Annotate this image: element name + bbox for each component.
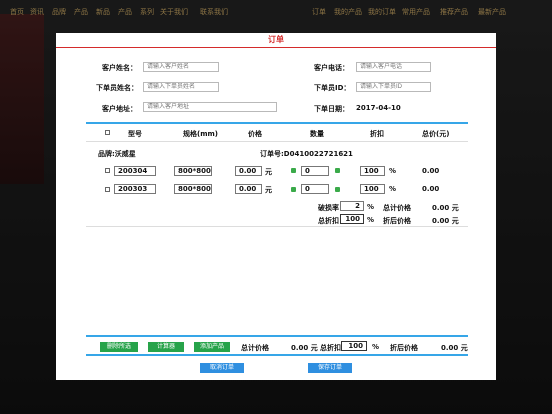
row-discount[interactable]: 100 xyxy=(360,184,385,194)
row-spec[interactable]: 800*800 xyxy=(174,184,212,194)
row-spec[interactable]: 800*800 xyxy=(174,166,212,176)
save-order-button[interactable]: 保存订单 xyxy=(308,363,352,373)
customer-address-input[interactable] xyxy=(143,102,277,112)
row-checkbox[interactable] xyxy=(105,168,110,173)
summary-total-price-label: 总计价格 xyxy=(383,204,411,212)
footer-total-discount-input[interactable]: 100 xyxy=(341,341,367,351)
total-discount-unit: % xyxy=(367,216,375,224)
select-all-checkbox[interactable] xyxy=(105,130,110,135)
header-price: 价格 xyxy=(248,130,262,138)
footer-total-price: 0.00 元 xyxy=(291,344,318,352)
orderer-name-label: 下单员姓名： xyxy=(96,84,138,92)
summary-discounted-label: 折后价格 xyxy=(383,217,411,225)
footer-total-price-label: 总计价格 xyxy=(241,344,269,352)
row-price[interactable]: 0.00 xyxy=(235,166,262,176)
row-qty[interactable]: 0 xyxy=(301,166,329,176)
orderer-name-input[interactable] xyxy=(143,82,219,92)
orderer-id-input[interactable] xyxy=(356,82,431,92)
brand-label: 品牌:沃威星 xyxy=(98,150,136,158)
modal-title: 订单 xyxy=(56,33,496,48)
row-checkbox[interactable] xyxy=(105,187,110,192)
header-total: 总价(元) xyxy=(422,130,450,138)
total-discount-input[interactable]: 100 xyxy=(340,214,364,224)
row-discount[interactable]: 100 xyxy=(360,166,385,176)
breakage-unit: % xyxy=(367,203,375,211)
table-top-divider xyxy=(86,122,468,124)
order-date-label: 下单日期： xyxy=(314,105,349,113)
header-qty: 数量 xyxy=(310,130,324,138)
calculator-button[interactable]: 计算器 xyxy=(148,342,184,352)
qty-minus-button[interactable] xyxy=(291,168,296,173)
row-total: 0.00 xyxy=(422,185,440,193)
row-model[interactable]: 200303 xyxy=(114,184,156,194)
footer-discounted-label: 折后价格 xyxy=(390,344,418,352)
total-discount-label: 总折扣 xyxy=(318,217,339,225)
customer-phone-input[interactable] xyxy=(356,62,431,72)
customer-name-input[interactable] xyxy=(143,62,219,72)
row-model[interactable]: 200304 xyxy=(114,166,156,176)
footer-total-discount-unit: % xyxy=(372,343,380,351)
add-product-button[interactable]: 添加产品 xyxy=(194,342,230,352)
header-discount: 折扣 xyxy=(370,130,384,138)
summary-total-price: 0.00 元 xyxy=(432,204,459,212)
header-model: 型号 xyxy=(128,130,142,138)
discount-unit: % xyxy=(389,167,397,175)
price-unit: 元 xyxy=(265,168,272,176)
customer-address-label: 客户地址： xyxy=(102,105,137,113)
delete-selected-button[interactable]: 删除所选 xyxy=(100,342,138,352)
cancel-order-button[interactable]: 取消订单 xyxy=(200,363,244,373)
footer-top-divider xyxy=(86,335,468,337)
customer-phone-label: 客户电话： xyxy=(314,64,349,72)
header-spec: 规格(mm) xyxy=(183,130,218,138)
qty-plus-button[interactable] xyxy=(335,168,340,173)
order-date-value: 2017-04-10 xyxy=(356,104,401,112)
row-price[interactable]: 0.00 xyxy=(235,184,262,194)
qty-minus-button[interactable] xyxy=(291,187,296,192)
header-divider xyxy=(86,141,468,142)
order-number: 订单号:D0410022721621 xyxy=(260,150,353,158)
orderer-id-label: 下单员ID： xyxy=(314,84,351,92)
summary-discounted-price: 0.00 元 xyxy=(432,217,459,225)
customer-name-label: 客户姓名： xyxy=(102,64,137,72)
footer-bottom-divider xyxy=(86,354,468,356)
discount-unit: % xyxy=(389,185,397,193)
row-qty[interactable]: 0 xyxy=(301,184,329,194)
breakage-input[interactable]: 2 xyxy=(340,201,364,211)
qty-plus-button[interactable] xyxy=(335,187,340,192)
footer-total-discount-label: 总折扣 xyxy=(320,344,341,352)
price-unit: 元 xyxy=(265,186,272,194)
table-bottom-divider xyxy=(86,226,468,227)
breakage-label: 破损率 xyxy=(318,204,339,212)
row-total: 0.00 xyxy=(422,167,440,175)
footer-discounted-price: 0.00 元 xyxy=(441,344,468,352)
order-modal: 订单 客户姓名： 客户电话： 下单员姓名： 下单员ID： 客户地址： 下单日期：… xyxy=(56,33,496,380)
